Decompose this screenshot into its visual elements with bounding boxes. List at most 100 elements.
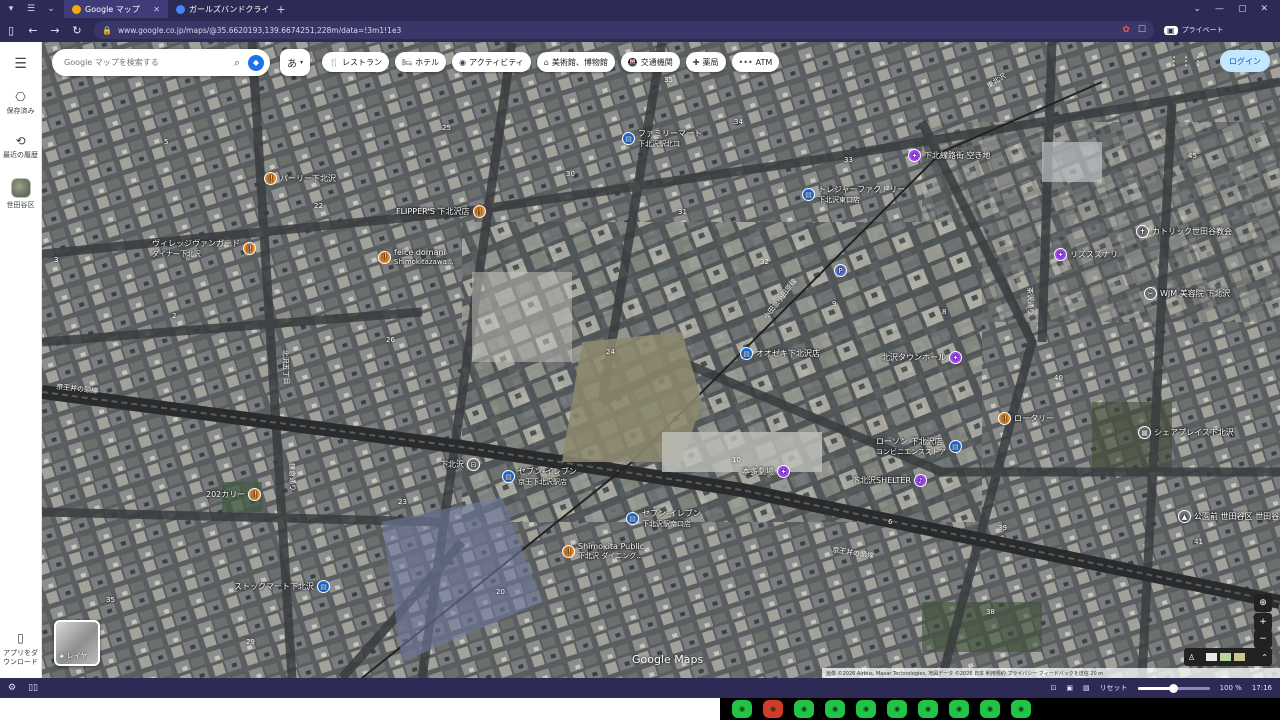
settings-icon[interactable]: ⚙ <box>8 683 16 693</box>
chevron-down-icon[interactable]: ⌄ <box>44 2 58 16</box>
poi-marker[interactable]: ストックマート下北沢 ▤ <box>234 580 330 593</box>
map-swatch[interactable] <box>1206 653 1218 661</box>
poi-marker[interactable]: 🍴 Shimokita Public 下北沢 ダイニング... <box>562 542 644 561</box>
poi-marker[interactable]: ✂ WJM 美容院 下北沢 <box>1144 287 1230 300</box>
private-label: プライベート <box>1181 26 1224 34</box>
close-window-icon[interactable]: ✕ <box>1260 4 1268 14</box>
chip-museum[interactable]: ⌂ 美術館、博物館 <box>536 52 615 72</box>
map-type-strip[interactable]: ♙ ⌃ <box>1184 648 1272 666</box>
private-mode-indicator[interactable]: ▣ プライベート <box>1164 25 1224 35</box>
block-number: 10 <box>732 456 741 464</box>
chip-pharmacy[interactable]: ✚ 薬局 <box>685 52 726 72</box>
chip-hotel[interactable]: 🛏 ホテル <box>394 52 447 72</box>
poi-marker[interactable]: ▤ オオゼキ下北沢店 <box>740 347 820 360</box>
taskbar-app-icon[interactable]: ◉ <box>918 700 938 718</box>
browser-logo-icon[interactable]: ▾ <box>4 2 18 16</box>
workspaces-icon[interactable]: ☰ <box>24 2 38 16</box>
layers-button[interactable]: ◈ レイヤ <box>54 620 100 666</box>
parking-marker[interactable]: P <box>834 264 847 277</box>
poi-marker[interactable]: 北沢タウンホール ✦ <box>882 351 962 364</box>
bookmark-icon[interactable]: ☐ <box>1138 25 1146 35</box>
search-box[interactable]: Google マップを検索する ⌕ ◆ <box>52 49 270 76</box>
tab-google-maps[interactable]: Google マップ ✕ <box>64 0 168 18</box>
poi-marker[interactable]: ✦ 下北線路街 空き地 <box>908 149 991 162</box>
image-icon[interactable]: ▨ <box>1083 684 1090 692</box>
address-bar[interactable]: 🔒 www.google.co.jp/maps/@35.6620193,139.… <box>94 21 1154 39</box>
poi-marker[interactable]: ▤ セブン-イレブン 下北沢駅南口店 <box>626 508 701 529</box>
tile-icon[interactable]: ▣ <box>1066 684 1073 692</box>
parking-icon: P <box>834 264 847 277</box>
satellite-map[interactable]: Google マップを検索する ⌕ ◆ あ ▾ 🍴 レストラン 🛏 ホテル ◉ アクテ… <box>42 42 1280 678</box>
search-icon[interactable]: ⌕ <box>234 56 240 70</box>
taskbar-app-icon[interactable]: ◉ <box>763 700 783 718</box>
taskbar-app-icon[interactable]: ◉ <box>887 700 907 718</box>
maximize-icon[interactable]: ▢ <box>1238 4 1247 14</box>
zoom-in-button[interactable]: + <box>1254 613 1272 631</box>
private-icon: ▣ <box>1164 25 1178 35</box>
chip-transit[interactable]: 🚇 交通機関 <box>620 52 680 72</box>
poi-marker[interactable]: ローソン 下北沢店 コンビニエンスストア ▤ <box>876 436 962 457</box>
minimize-icon[interactable]: — <box>1215 4 1224 14</box>
poi-marker[interactable]: ▤ トレジャーファクトリー 下北沢東口店 <box>802 184 905 205</box>
chip-label: 薬局 <box>702 57 719 67</box>
taskbar-app-icon[interactable]: ◉ <box>856 700 876 718</box>
chip-restaurant[interactable]: 🍴 レストラン <box>322 52 389 72</box>
station-marker[interactable]: 下北沢 ⊟ <box>440 458 480 471</box>
zoom-slider-handle[interactable] <box>1169 683 1179 693</box>
sidebar-toggle-icon[interactable]: ▯ <box>0 24 22 37</box>
reset-zoom-button[interactable]: リセット <box>1100 683 1128 693</box>
poi-marker[interactable]: 202カリー 🍴 <box>206 488 262 501</box>
saved-button[interactable]: ⎔ 保存済み <box>1 90 41 116</box>
poi-marker[interactable]: ▤ セブン-イレブン 京王下北沢駅店 <box>502 466 577 487</box>
login-button[interactable]: ログイン <box>1220 50 1270 72</box>
poi-marker[interactable]: ▤ ファミリーマート 下北沢駅北口 <box>622 128 702 149</box>
poi-marker[interactable]: ▲ 公園前 世田谷区 世田谷区 <box>1178 510 1280 523</box>
poi-marker[interactable]: 🍴 パーリー下北沢 <box>264 172 336 185</box>
poi-marker[interactable]: 🍴 feice domani Shimokitazawa... <box>378 248 454 266</box>
menu-icon[interactable]: ☰ <box>14 56 27 72</box>
panel-toggle-icon[interactable]: ▯▯ <box>28 683 38 693</box>
forward-icon[interactable]: → <box>44 24 66 37</box>
extension-icon[interactable]: ✿ <box>1122 25 1130 35</box>
poi-marker[interactable]: ▦ シェアプレイス下北沢 <box>1138 426 1234 439</box>
poi-marker[interactable]: 下北沢SHELTER ♪ <box>852 474 928 487</box>
poi-marker[interactable]: 🍴 ロータリー <box>998 412 1054 425</box>
terrain-swatch[interactable] <box>1220 653 1232 661</box>
tab-list-icon[interactable]: ⌄ <box>1193 4 1201 14</box>
area-button[interactable]: 世田谷区 <box>1 177 41 209</box>
taskbar-app-icon[interactable]: ◉ <box>1011 700 1031 718</box>
capture-icon[interactable]: ⊡ <box>1050 684 1056 692</box>
store-icon: ▤ <box>622 132 635 145</box>
reload-icon[interactable]: ↻ <box>66 24 88 37</box>
taskbar-app-icon[interactable]: ◉ <box>825 700 845 718</box>
recent-button[interactable]: ⟲ 最近の履歴 <box>1 134 41 160</box>
my-location-icon[interactable]: ⊕ <box>1254 594 1272 612</box>
taskbar-app-icon[interactable]: ◉ <box>980 700 1000 718</box>
store-icon: ▤ <box>502 470 515 483</box>
expand-icon[interactable]: ⌃ <box>1261 653 1268 662</box>
taskbar-app-icon[interactable]: ◉ <box>949 700 969 718</box>
google-apps-icon[interactable]: ⋮⋮⋮ <box>1168 54 1204 68</box>
poi-marker[interactable]: 本多劇場 ✦ <box>742 465 790 478</box>
close-icon[interactable]: ✕ <box>153 5 160 14</box>
chip-atm[interactable]: ••• ATM <box>731 52 780 72</box>
traffic-swatch[interactable] <box>1234 653 1246 661</box>
taskbar-app-icon[interactable]: ◉ <box>794 700 814 718</box>
taskbar-app-icon[interactable]: ◉ <box>732 700 752 718</box>
zoom-out-button[interactable]: − <box>1254 630 1272 648</box>
zoom-slider[interactable] <box>1137 683 1210 693</box>
poi-marker[interactable]: FLIPPER'S 下北沢店 🍴 <box>396 205 486 218</box>
app-download-button[interactable]: ▯ アプリをダウンロード <box>1 631 41 666</box>
directions-icon[interactable]: ◆ <box>248 54 264 71</box>
screen: ▾ ☰ ⌄ Google マップ ✕ ガールズバンドクライ - Google +… <box>0 0 1280 720</box>
poi-marker[interactable]: ✦ リズスズナリ <box>1054 248 1118 261</box>
new-tab-button[interactable]: + <box>272 3 290 16</box>
input-method-toggle[interactable]: あ ▾ <box>280 49 310 76</box>
poi-marker[interactable]: ヴィレッジヴァンガード ダイナー下北沢 🍴 <box>152 238 256 259</box>
back-icon[interactable]: ← <box>22 24 44 37</box>
pegman-icon[interactable]: ♙ <box>1188 653 1195 662</box>
tab-google-search[interactable]: ガールズバンドクライ - Google <box>168 0 272 18</box>
chip-activity[interactable]: ◉ アクティビティ <box>452 52 531 72</box>
poi-marker[interactable]: ✝ カトリック世田谷教会 <box>1136 225 1232 238</box>
poi-label: パーリー下北沢 <box>280 174 336 183</box>
